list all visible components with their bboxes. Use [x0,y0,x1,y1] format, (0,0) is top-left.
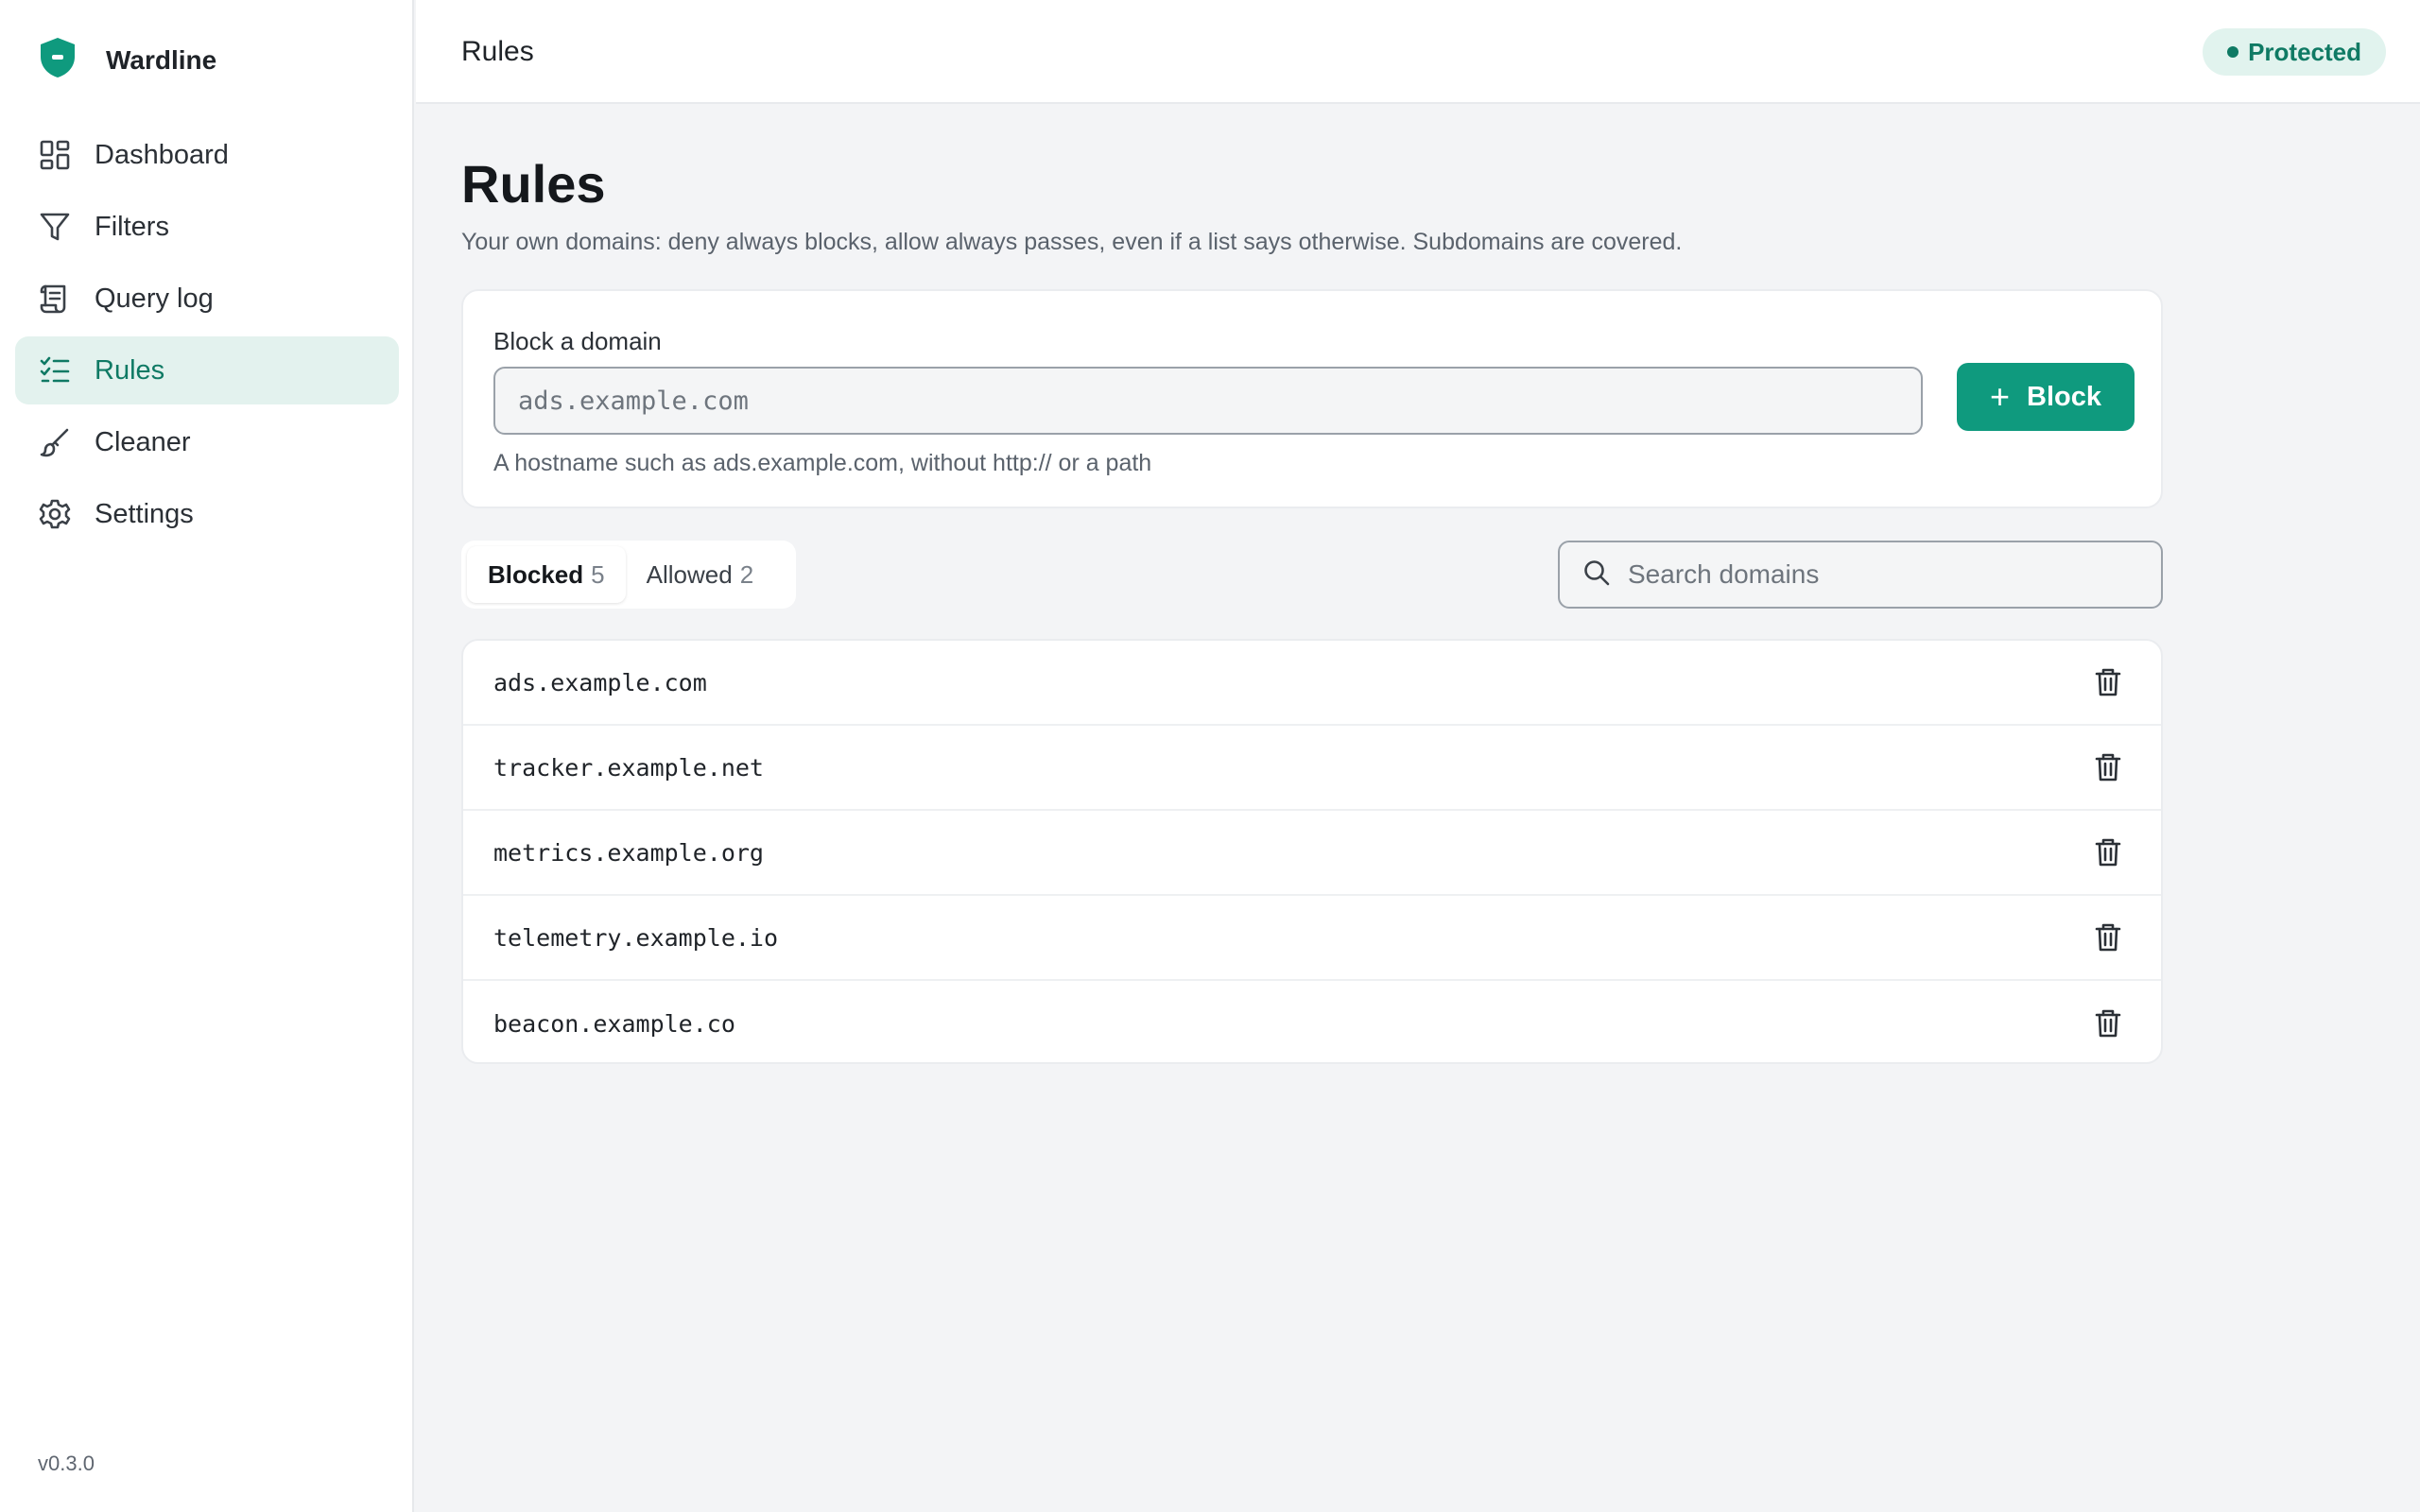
block-domain-hint: A hostname such as ads.example.com, with… [493,450,1152,476]
status-badge: Protected [2203,28,2386,76]
rule-domain: beacon.example.co [493,1009,735,1038]
sidebar-item-cleaner[interactable]: Cleaner [15,408,399,476]
sidebar-item-label: Cleaner [95,426,191,457]
block-button[interactable]: + Block [1957,363,2135,431]
rule-domain: tracker.example.net [493,753,764,782]
search-icon [1582,558,1611,592]
delete-button[interactable] [2087,662,2129,703]
app-version: v0.3.0 [38,1452,95,1475]
sidebar-item-label: Query log [95,283,214,314]
table-row: ads.example.com [463,641,2161,726]
tab-count: 2 [739,559,754,589]
top-bar: Rules Protected [416,0,2420,104]
brush-icon [38,425,72,459]
rule-domain: telemetry.example.io [493,923,779,952]
sidebar-item-dashboard[interactable]: Dashboard [15,121,399,189]
rule-domain: ads.example.com [493,668,707,696]
sidebar: Wardline Dashboard Filters Query log Rul… [0,0,414,1512]
tab-label: Blocked [488,559,584,589]
tab-allowed[interactable]: Allowed 2 [626,546,775,603]
block-button-label: Block [2027,381,2101,412]
sidebar-nav: Dashboard Filters Query log Rules Cleane… [15,121,399,552]
page-description: Your own domains: deny always blocks, al… [461,229,1683,255]
sidebar-item-query-log[interactable]: Query log [15,265,399,333]
status-text: Protected [2248,37,2361,66]
trash-icon [2095,838,2121,867]
trash-icon [2095,923,2121,952]
search-input[interactable] [1628,559,2138,590]
funnel-icon [38,210,72,244]
block-domain-label: Block a domain [493,327,662,355]
app-name: Wardline [106,44,217,75]
table-row: metrics.example.org [463,811,2161,896]
header-title: Rules [461,36,534,67]
tab-blocked[interactable]: Blocked 5 [467,546,626,603]
table-row: telemetry.example.io [463,896,2161,981]
delete-button[interactable] [2087,747,2129,788]
trash-icon [2095,753,2121,782]
block-domain-card: Block a domain + Block A hostname such a… [461,289,2163,508]
sidebar-item-rules[interactable]: Rules [15,336,399,404]
status-dot-icon [2227,46,2239,58]
rule-domain: metrics.example.org [493,838,764,867]
table-row: beacon.example.co [463,981,2161,1062]
search-box[interactable] [1558,541,2163,609]
table-row: tracker.example.net [463,726,2161,811]
trash-icon [2095,668,2121,696]
block-domain-input[interactable] [493,367,1923,435]
shield-icon [38,36,78,84]
trash-icon [2095,1009,2121,1038]
delete-button[interactable] [2087,917,2129,958]
sidebar-item-settings[interactable]: Settings [15,480,399,548]
tab-label: Allowed [646,559,733,589]
sidebar-item-label: Dashboard [95,139,229,170]
tab-count: 5 [591,559,605,589]
checklist-icon [38,353,72,387]
sidebar-item-label: Filters [95,211,169,242]
sidebar-item-label: Settings [95,498,194,529]
scroll-icon [38,282,72,316]
plus-icon: + [1989,377,2011,416]
gear-icon [38,497,72,531]
page-title: Rules [461,154,606,214]
brand[interactable]: Wardline [38,36,216,84]
dashboard-icon [38,138,72,172]
delete-button[interactable] [2087,832,2129,873]
rules-list: ads.example.com tracker.example.net metr… [461,639,2163,1064]
delete-button[interactable] [2087,1003,2129,1044]
sidebar-item-filters[interactable]: Filters [15,193,399,261]
rules-tabs: Blocked 5 Allowed 2 [461,541,796,609]
sidebar-item-label: Rules [95,354,165,386]
